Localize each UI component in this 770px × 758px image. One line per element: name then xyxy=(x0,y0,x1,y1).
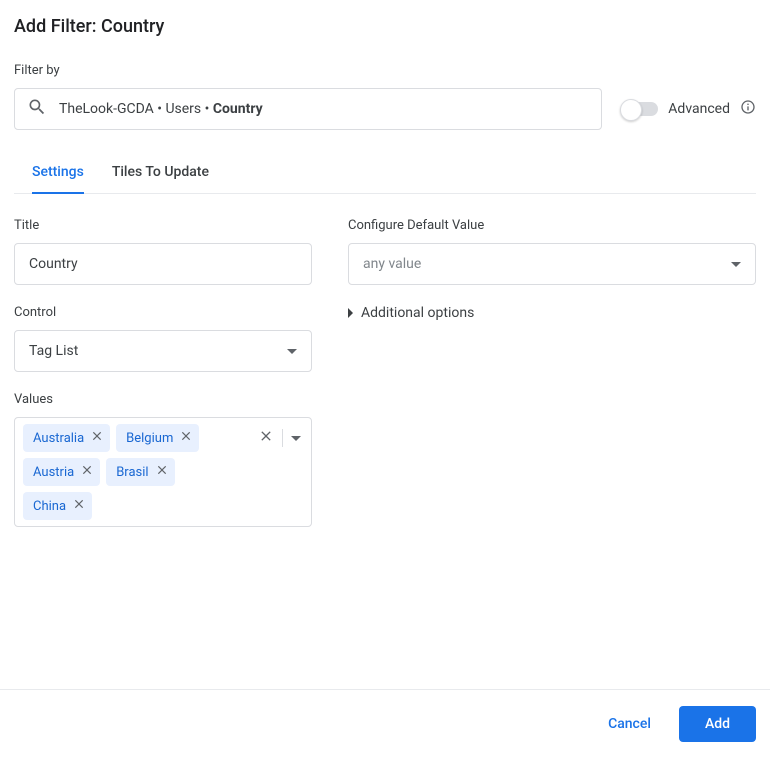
clear-all-icon[interactable] xyxy=(258,428,274,448)
chevron-down-icon xyxy=(287,349,297,354)
close-icon[interactable] xyxy=(90,429,104,447)
close-icon[interactable] xyxy=(155,463,169,481)
close-icon[interactable] xyxy=(80,463,94,481)
control-select[interactable]: Tag List xyxy=(14,330,312,372)
tab-settings[interactable]: Settings xyxy=(32,154,84,194)
filter-by-breadcrumb: TheLook-GCDA • Users • Country xyxy=(59,101,263,117)
tag-item[interactable]: Australia xyxy=(23,424,110,452)
tabs: Settings Tiles To Update xyxy=(14,154,756,194)
dialog-footer: Cancel Add xyxy=(0,689,770,758)
close-icon[interactable] xyxy=(72,497,86,515)
advanced-toggle[interactable] xyxy=(622,102,658,116)
chevron-down-icon xyxy=(731,262,741,267)
filter-by-input[interactable]: TheLook-GCDA • Users • Country xyxy=(14,88,602,130)
tag-item[interactable]: Belgium xyxy=(116,424,199,452)
tag-label: China xyxy=(33,499,66,514)
close-icon[interactable] xyxy=(179,429,193,447)
tag-label: Australia xyxy=(33,431,84,446)
divider xyxy=(282,429,283,447)
tab-tiles-to-update[interactable]: Tiles To Update xyxy=(112,154,209,194)
configure-default-value: any value xyxy=(363,256,421,272)
add-button[interactable]: Add xyxy=(679,706,756,742)
tag-item[interactable]: Brasil xyxy=(106,458,174,486)
tag-item[interactable]: Austria xyxy=(23,458,100,486)
additional-options-label: Additional options xyxy=(361,305,474,321)
tag-label: Austria xyxy=(33,465,74,480)
cancel-button[interactable]: Cancel xyxy=(604,708,655,740)
control-label: Control xyxy=(14,305,312,320)
advanced-label: Advanced xyxy=(668,101,730,117)
chevron-down-icon[interactable] xyxy=(291,436,301,441)
values-label: Values xyxy=(14,392,312,407)
search-icon xyxy=(27,97,47,121)
dialog-title: Add Filter: Country xyxy=(14,16,756,37)
chevron-right-icon xyxy=(348,308,353,318)
configure-default-label: Configure Default Value xyxy=(348,218,756,233)
values-tag-list[interactable]: Australia Belgium Austria Brasil China xyxy=(14,417,312,527)
configure-default-select[interactable]: any value xyxy=(348,243,756,285)
title-label: Title xyxy=(14,218,312,233)
filter-by-label: Filter by xyxy=(14,63,756,78)
info-icon[interactable] xyxy=(740,99,756,119)
title-input[interactable] xyxy=(14,243,312,285)
tag-label: Belgium xyxy=(126,431,173,446)
tag-item[interactable]: China xyxy=(23,492,92,520)
additional-options-toggle[interactable]: Additional options xyxy=(348,305,756,321)
control-value: Tag List xyxy=(29,343,78,359)
tag-label: Brasil xyxy=(116,465,148,480)
